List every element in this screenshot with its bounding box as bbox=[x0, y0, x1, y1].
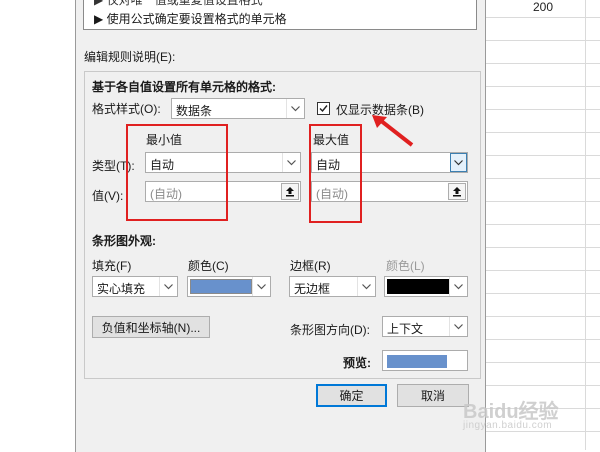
row-gridline bbox=[483, 316, 600, 317]
border-color-swatch bbox=[387, 279, 449, 294]
bar-direction-value: 上下文 bbox=[387, 322, 424, 336]
row-gridline bbox=[483, 86, 600, 87]
rule-type-item[interactable]: ▶ 仅对唯一值或重复值设置格式 bbox=[94, 0, 263, 8]
watermark-url: jingyan.baidu.com bbox=[463, 420, 553, 431]
row-gridline bbox=[483, 247, 600, 248]
min-value-highlight bbox=[126, 124, 228, 221]
row-gridline bbox=[483, 201, 600, 202]
row-gridline bbox=[483, 155, 600, 156]
upload-arrow-icon bbox=[453, 187, 461, 197]
format-style-dropdown[interactable]: 数据条 bbox=[171, 98, 305, 119]
cell-value[interactable]: 200 bbox=[533, 0, 553, 14]
row-gridline bbox=[483, 339, 600, 340]
chevron-down-icon bbox=[450, 153, 467, 172]
border-type-dropdown[interactable]: 无边框 bbox=[289, 276, 376, 297]
rule-type-item-formula[interactable]: ▶ 使用公式确定要设置格式的单元格 bbox=[94, 10, 287, 27]
row-gridline bbox=[483, 132, 600, 133]
row-gridline bbox=[483, 224, 600, 225]
chevron-down-icon bbox=[449, 277, 467, 296]
fill-color-swatch bbox=[190, 279, 252, 294]
fill-label: 填充(F) bbox=[92, 259, 132, 273]
bar-direction-label: 条形图方向(D): bbox=[290, 323, 370, 337]
chevron-down-icon bbox=[357, 277, 375, 296]
border-color-picker[interactable] bbox=[384, 276, 468, 297]
column-gridline bbox=[585, 0, 586, 450]
bar-preview-fill bbox=[387, 355, 447, 368]
row-gridline bbox=[483, 17, 600, 18]
collapse-dialog-button[interactable] bbox=[448, 183, 466, 200]
rule-header: 基于各自值设置所有单元格的格式: bbox=[92, 80, 276, 94]
ok-button[interactable]: 确定 bbox=[316, 384, 387, 407]
collapse-dialog-button[interactable] bbox=[281, 183, 299, 200]
format-style-value: 数据条 bbox=[176, 104, 213, 118]
row-gridline bbox=[483, 178, 600, 179]
row-gridline bbox=[483, 270, 600, 271]
bar-preview bbox=[382, 350, 468, 371]
edit-rule-description-label: 编辑规则说明(E): bbox=[84, 50, 176, 64]
chevron-down-icon bbox=[159, 277, 177, 296]
row-gridline bbox=[483, 385, 600, 386]
border-color-label: 颜色(L) bbox=[386, 259, 425, 273]
negative-axis-button[interactable]: 负值和坐标轴(N)... bbox=[92, 316, 210, 338]
row-gridline bbox=[483, 40, 600, 41]
fill-type-value: 实心填充 bbox=[97, 282, 146, 296]
fill-type-dropdown[interactable]: 实心填充 bbox=[92, 276, 178, 297]
row-gridline bbox=[483, 109, 600, 110]
upload-arrow-icon bbox=[286, 187, 294, 197]
row-gridline bbox=[483, 63, 600, 64]
preview-label: 预览: bbox=[343, 356, 371, 370]
chevron-down-icon bbox=[282, 153, 300, 172]
red-arrow-annotation bbox=[372, 115, 414, 147]
show-bar-only-checkbox[interactable] bbox=[317, 102, 330, 115]
cancel-button[interactable]: 取消 bbox=[397, 384, 469, 407]
bar-direction-dropdown[interactable]: 上下文 bbox=[382, 316, 468, 337]
row-gridline bbox=[483, 431, 600, 432]
fill-color-picker[interactable] bbox=[187, 276, 271, 297]
border-type-value: 无边框 bbox=[294, 282, 331, 296]
chevron-down-icon bbox=[252, 277, 270, 296]
checkmark-icon bbox=[319, 105, 328, 113]
chevron-down-icon bbox=[286, 99, 304, 118]
row-gridline bbox=[483, 293, 600, 294]
rule-type-list[interactable]: ▶ 仅对唯一值或重复值设置格式 ▶ 使用公式确定要设置格式的单元格 bbox=[83, 0, 477, 30]
chevron-down-icon bbox=[449, 317, 467, 336]
max-value-highlight bbox=[309, 124, 362, 223]
fill-color-label: 颜色(C) bbox=[188, 259, 229, 273]
bar-appearance-header: 条形图外观: bbox=[92, 234, 156, 248]
row-gridline bbox=[483, 362, 600, 363]
value-label: 值(V): bbox=[92, 189, 124, 203]
format-style-label: 格式样式(O): bbox=[92, 102, 161, 116]
border-label: 边框(R) bbox=[290, 259, 331, 273]
